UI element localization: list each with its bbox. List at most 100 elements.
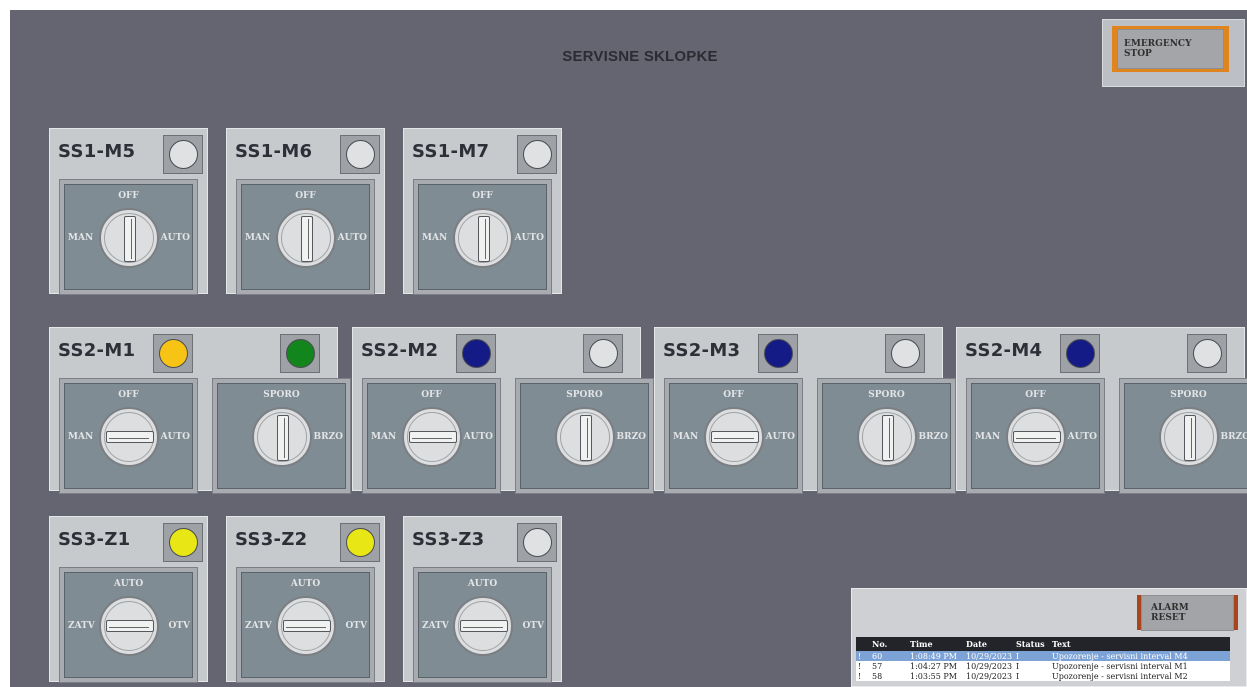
speed-switch-ss2-m1-face: SPORO BRZO: [217, 383, 346, 489]
valve-switch-ss3-z1-knob-handle: [106, 620, 154, 632]
lamp-speed-ss2-m1: [280, 334, 320, 373]
valve-switch-ss3-z3-knob-mark: [463, 627, 503, 628]
emergency-stop-button[interactable]: EMERGENCY STOP: [1112, 26, 1229, 72]
alarm-header-3: Date: [964, 637, 1014, 651]
panel-title-ss3-z2: SS3-Z2: [235, 529, 308, 550]
panel-ss2-m3: SS2-M3 OFF MAN AUTO SPORO BRZO: [654, 327, 956, 494]
speed-switch-ss2-m4-knob-handle: [1184, 415, 1196, 461]
valve-switch-ss3-z3-left-label: ZATV: [422, 621, 449, 631]
mode-switch-ss2-m2-left-label: MAN: [371, 432, 397, 442]
mode-switch-ss2-m2-knob-handle: [409, 431, 457, 443]
mode-switch-ss1-m6-knob-handle: [301, 216, 313, 262]
lamp-ss1-m5-light: [169, 140, 198, 169]
panel-ss3-z1: SS3-Z1 AUTO ZATV OTV: [49, 516, 208, 683]
mode-switch-ss1-m6: OFF MAN AUTO: [236, 179, 375, 295]
mode-switch-ss2-m4-top-label: OFF: [1025, 390, 1046, 400]
valve-switch-ss3-z1-left-label: ZATV: [68, 621, 95, 631]
alarm-cell: 1:03:55 PM: [908, 671, 964, 681]
mode-switch-ss2-m2-knob[interactable]: [402, 407, 462, 467]
lamp-mode-ss2-m3: [758, 334, 798, 373]
valve-switch-ss3-z1-knob[interactable]: [99, 596, 159, 656]
lamp-ss3-z1-light: [169, 528, 198, 557]
alarm-cell: 10/29/2023: [964, 671, 1014, 681]
alarm-cell: Upozorenje - servisni interval M2: [1050, 671, 1230, 681]
mode-switch-ss2-m2-knob-mark: [412, 438, 452, 439]
lamp-mode-ss2-m2: [456, 334, 496, 373]
mode-switch-ss2-m1-knob-mark: [109, 438, 149, 439]
mode-switch-ss2-m4-left-label: MAN: [975, 432, 1001, 442]
table-row[interactable]: ! 58 1:03:55 PM 10/29/2023 I Upozorenje - ser…: [856, 671, 1230, 681]
speed-switch-ss2-m2-right-label: BRZO: [616, 432, 647, 442]
lamp-ss1-m6: [340, 135, 380, 174]
mode-switch-ss1-m6-left-label: MAN: [245, 233, 271, 243]
panel-title-ss1-m7: SS1-M7: [412, 141, 490, 162]
speed-switch-ss2-m1-top-label: SPORO: [263, 390, 300, 400]
lamp-ss3-z2: [340, 523, 380, 562]
speed-switch-ss2-m3-knob-mark: [889, 418, 890, 458]
speed-switch-ss2-m3-top-label: SPORO: [868, 390, 905, 400]
panel-title-ss1-m5: SS1-M5: [58, 141, 136, 162]
hmi-screen: SERVISNE SKLOPKE EMERGENCY STOP SS1-M5 OF…: [10, 10, 1247, 687]
speed-switch-ss2-m4-knob[interactable]: [1159, 407, 1219, 467]
mode-switch-ss1-m5-knob-handle: [124, 216, 136, 262]
valve-switch-ss3-z2-left-label: ZATV: [245, 621, 272, 631]
valve-switch-ss3-z3-knob[interactable]: [453, 596, 513, 656]
lamp-speed-ss2-m3: [885, 334, 925, 373]
mode-switch-ss2-m4-right-label: AUTO: [1067, 432, 1097, 442]
valve-switch-ss3-z2-knob-handle: [283, 620, 331, 632]
valve-switch-ss3-z3-face: AUTO ZATV OTV: [418, 572, 547, 678]
valve-switch-ss3-z2-knob-mark: [286, 627, 326, 628]
mode-switch-ss1-m6-knob-mark: [308, 219, 309, 259]
mode-switch-ss2-m1-face: OFF MAN AUTO: [64, 383, 193, 489]
lamp-ss1-m5: [163, 135, 203, 174]
mode-switch-ss2-m1-knob[interactable]: [99, 407, 159, 467]
speed-switch-ss2-m2: SPORO BRZO: [515, 378, 654, 494]
mode-switch-ss1-m6-knob[interactable]: [276, 208, 336, 268]
mode-switch-ss1-m5-left-label: MAN: [68, 233, 94, 243]
mode-switch-ss2-m4-knob[interactable]: [1006, 407, 1066, 467]
mode-switch-ss1-m5-knob[interactable]: [99, 208, 159, 268]
alarm-cell: !: [856, 651, 870, 661]
panel-ss3-z2: SS3-Z2 AUTO ZATV OTV: [226, 516, 385, 683]
table-row[interactable]: ! 57 1:04:27 PM 10/29/2023 I Upozorenje - ser…: [856, 661, 1230, 671]
valve-switch-ss3-z2-knob[interactable]: [276, 596, 336, 656]
mode-switch-ss2-m1-right-label: AUTO: [160, 432, 190, 442]
mode-switch-ss2-m4-knob-mark: [1016, 438, 1056, 439]
mode-switch-ss2-m3-knob[interactable]: [704, 407, 764, 467]
mode-switch-ss2-m3-knob-mark: [714, 438, 754, 439]
lamp-ss3-z3: [517, 523, 557, 562]
alarm-cell: I: [1014, 661, 1050, 671]
mode-switch-ss2-m2: OFF MAN AUTO: [362, 378, 501, 494]
table-row[interactable]: ! 60 1:08:49 PM 10/29/2023 I Upozorenje - ser…: [856, 651, 1230, 661]
mode-switch-ss2-m3-right-label: AUTO: [765, 432, 795, 442]
alarm-reset-button[interactable]: ALARM RESET: [1137, 594, 1238, 631]
mode-switch-ss2-m1: OFF MAN AUTO: [59, 378, 198, 494]
speed-switch-ss2-m2-knob[interactable]: [555, 407, 615, 467]
alarm-reset-label: ALARM RESET: [1141, 594, 1234, 631]
speed-switch-ss2-m3-knob[interactable]: [857, 407, 917, 467]
lamp-speed-ss2-m4: [1187, 334, 1227, 373]
mode-switch-ss2-m3-top-label: OFF: [723, 390, 744, 400]
lamp-ss1-m7: [517, 135, 557, 174]
valve-switch-ss3-z2-top-label: AUTO: [290, 579, 321, 589]
page-title: SERVISNE SKLOPKE: [562, 48, 718, 65]
speed-switch-ss2-m1: SPORO BRZO: [212, 378, 351, 494]
speed-switch-ss2-m1-knob[interactable]: [252, 407, 312, 467]
alarm-cell: I: [1014, 651, 1050, 661]
mode-switch-ss1-m6-right-label: AUTO: [337, 233, 367, 243]
mode-switch-ss1-m7-knob-handle: [478, 216, 490, 262]
valve-switch-ss3-z3-right-label: OTV: [522, 621, 544, 631]
lamp-ss1-m7-light: [523, 140, 552, 169]
speed-switch-ss2-m1-right-label: BRZO: [313, 432, 344, 442]
emergency-stop-label: EMERGENCY STOP: [1117, 29, 1224, 69]
speed-switch-ss2-m2-top-label: SPORO: [566, 390, 603, 400]
alarm-window: ALARM RESET No. Time Date Status Text ! 60 1:0…: [851, 588, 1247, 687]
speed-switch-ss2-m4-knob-mark: [1191, 418, 1192, 458]
valve-switch-ss3-z3-knob-handle: [460, 620, 508, 632]
mode-switch-ss1-m7-knob[interactable]: [453, 208, 513, 268]
panel-title-ss3-z3: SS3-Z3: [412, 529, 485, 550]
alarm-header-0: [856, 637, 870, 651]
mode-switch-ss2-m4-knob-handle: [1013, 431, 1061, 443]
alarm-cell: !: [856, 671, 870, 681]
mode-switch-ss1-m7-knob-mark: [485, 219, 486, 259]
